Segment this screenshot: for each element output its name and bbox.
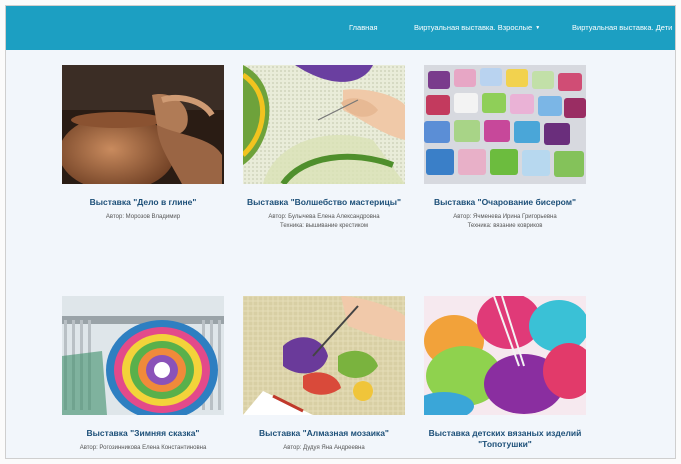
exhibit-card: Выставка "Дело в глине" Автор: Морозов В… [62, 65, 224, 222]
nav-adults-dropdown[interactable]: Виртуальная выставка. Взрослые ▼ [414, 23, 540, 32]
nav-home[interactable]: Главная [349, 23, 378, 32]
exhibit-image-beads[interactable] [424, 65, 586, 184]
nav-adults-label: Виртуальная выставка. Взрослые [414, 23, 533, 32]
exhibit-card: Выставка детских вязаных изделий "Топоту… [424, 296, 586, 450]
exhibit-card: Выставка "Волшебство мастерицы" Автор: Б… [243, 65, 405, 231]
browser-frame: Главная Виртуальная выставка. Взрослые ▼ … [5, 5, 676, 459]
exhibit-card: Выставка "Алмазная мозаика" Автор: Дудуя… [243, 296, 405, 453]
exhibit-title[interactable]: Выставка "Волшебство мастерицы" [243, 197, 405, 208]
exhibit-title[interactable]: Выставка детских вязаных изделий "Топоту… [424, 428, 586, 450]
exhibit-title[interactable]: Выставка "Дело в глине" [62, 197, 224, 208]
exhibit-title[interactable]: Выставка "Зимняя сказка" [62, 428, 224, 439]
exhibit-author: Автор: Морозов Владимир [105, 214, 181, 220]
exhibit-technique: Техника: вязание ковриков [467, 223, 543, 229]
exhibit-technique: Техника: вышивание крестиком [280, 223, 368, 229]
exhibit-author: Автор: Рогозинникова Елена Константиновн… [79, 445, 207, 451]
exhibition-grid: Выставка "Дело в глине" Автор: Морозов В… [6, 50, 675, 458]
nav-kids-dropdown[interactable]: Виртуальная выставка. Дети▼ [572, 23, 676, 32]
exhibit-author: Автор: Ячменева Ирина Григорьевна [453, 214, 557, 220]
exhibit-author: Автор: Булычева Елена Александровна [268, 214, 380, 220]
exhibit-image-diamond-mosaic[interactable] [243, 296, 405, 415]
exhibit-image-winter-rug[interactable] [62, 296, 224, 415]
caret-down-icon: ▼ [535, 25, 541, 31]
nav-kids-label: Виртуальная выставка. Дети [572, 23, 673, 32]
exhibit-image-embroidery[interactable] [243, 65, 405, 184]
caret-down-icon: ▼ [675, 25, 676, 31]
exhibit-image-yarn[interactable] [424, 296, 586, 415]
exhibit-card: Выставка "Зимняя сказка" Автор: Рогозинн… [62, 296, 224, 453]
nav-home-label: Главная [349, 23, 378, 32]
exhibit-title[interactable]: Выставка "Очарование бисером" [424, 197, 586, 208]
exhibit-card: Выставка "Очарование бисером" Автор: Ячм… [424, 65, 586, 231]
exhibit-author: Автор: Дудуя Яна Андреевна [283, 445, 365, 451]
exhibit-title[interactable]: Выставка "Алмазная мозаика" [243, 428, 405, 439]
exhibit-image-pottery[interactable] [62, 65, 224, 184]
top-navbar: Главная Виртуальная выставка. Взрослые ▼ … [6, 6, 675, 50]
